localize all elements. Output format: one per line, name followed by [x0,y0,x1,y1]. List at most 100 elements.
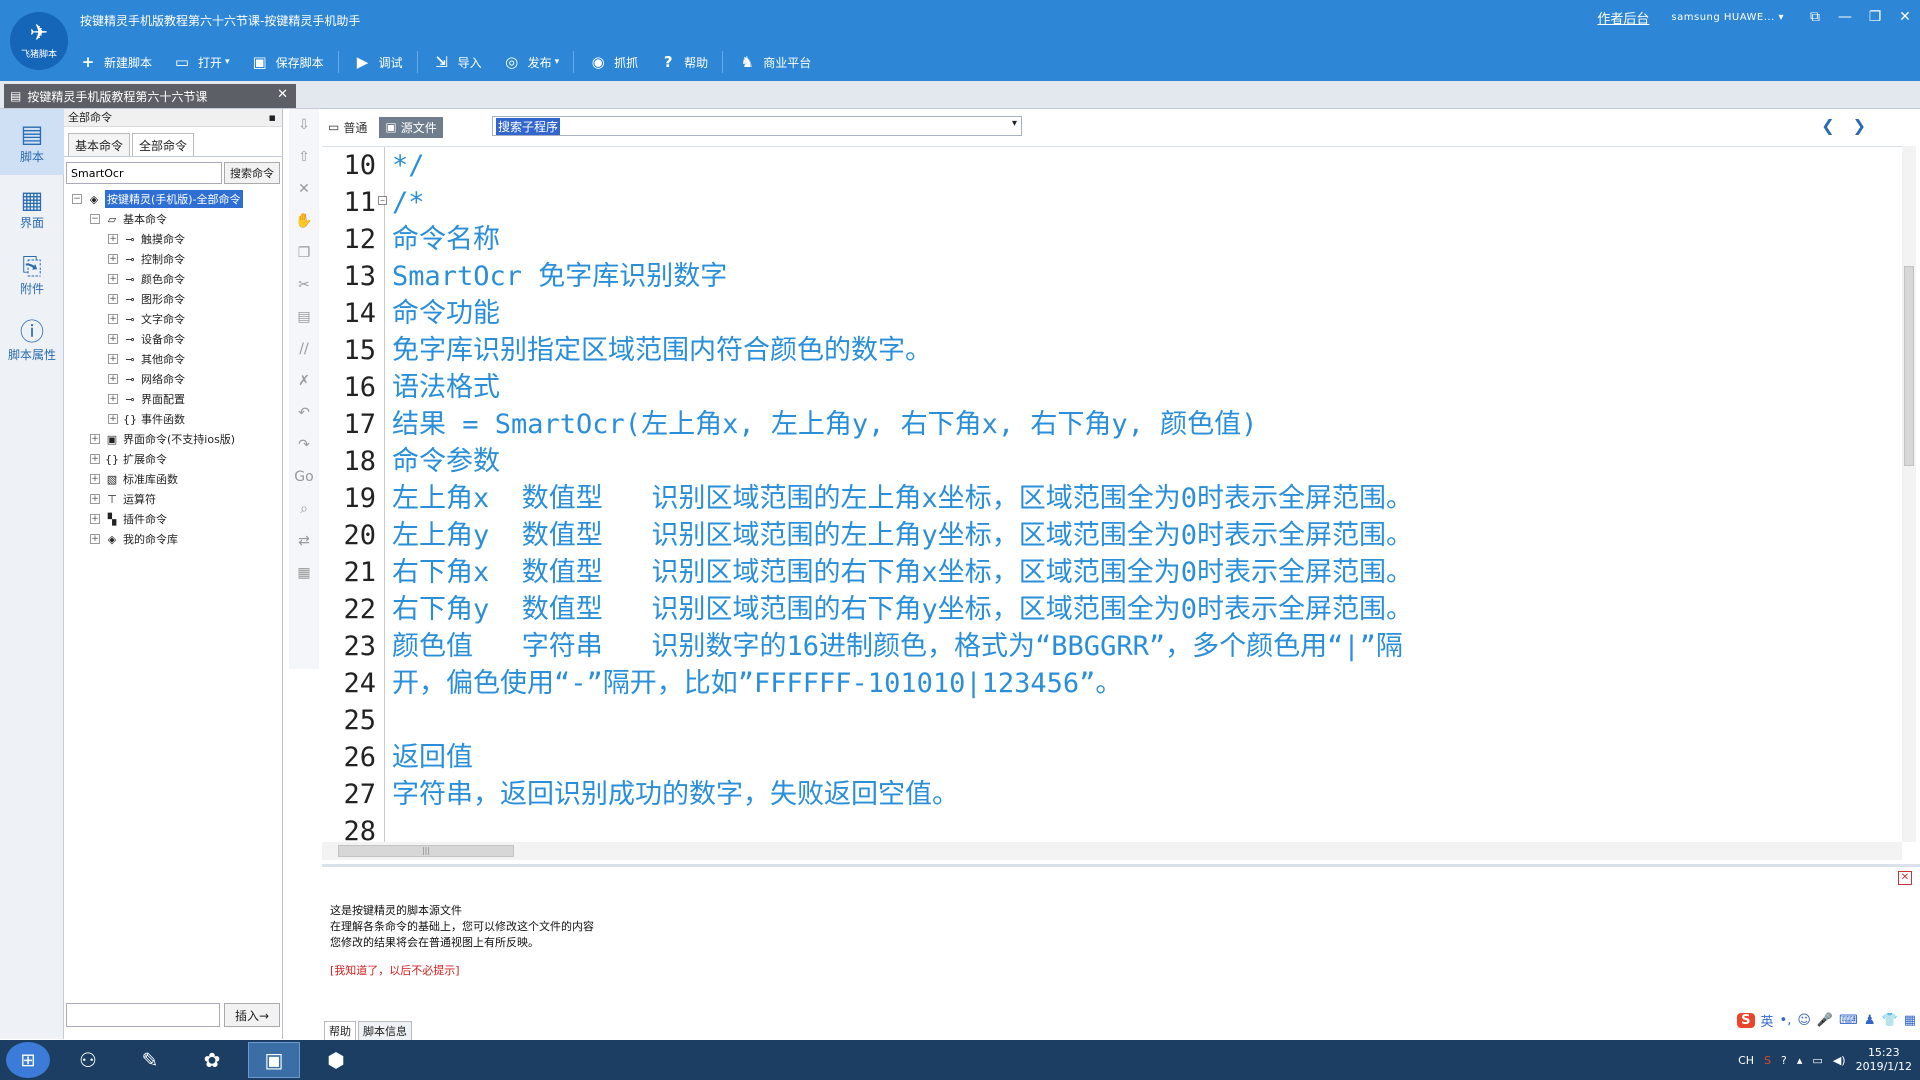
clock[interactable]: 15:23 2019/1/12 [1856,1046,1912,1074]
back-arrow-icon[interactable]: ❮ [1821,116,1834,135]
toolbar-button-6[interactable]: ◉ 抓抓 [588,52,639,72]
forward-arrow-icon[interactable]: ❯ [1853,116,1866,135]
tree-toggle-icon[interactable]: + [108,234,118,244]
tree-toggle-icon[interactable]: − [90,214,100,224]
tree-toggle-icon[interactable]: + [108,354,118,364]
toolbar-button-0[interactable]: + 新建脚本 [78,52,152,72]
move-up-icon[interactable]: ⇧ [289,141,319,173]
tree-toggle-icon[interactable]: + [90,514,100,524]
tree-node[interactable]: + ▧ 标准库函数 [64,469,283,489]
code-editor[interactable]: 10 */11−/* 12 命令名称 13 SmartOcr 免字库识别数字 14 命令功能 1… [322,146,1902,842]
fold-toggle-icon[interactable]: − [378,196,387,205]
ime-tool-icon[interactable]: 🎤 [1817,1013,1833,1028]
tree-node[interactable]: + ⊤ 运算符 [64,489,283,509]
tree-node[interactable]: + ⊸ 设备命令 [64,329,283,349]
tree-toggle-icon[interactable]: + [108,254,118,264]
tree-toggle-icon[interactable]: + [90,434,100,444]
tree-node[interactable]: + ◈ 我的命令库 [64,529,283,549]
tree-node[interactable]: + ▣ 界面命令(不支持ios版) [64,429,283,449]
delete-icon[interactable]: ✕ [289,173,319,205]
redo-icon[interactable]: ↷ [289,429,319,461]
tray-arrow-icon[interactable]: ▴ [1797,1054,1803,1067]
tree-node[interactable]: + ⊸ 颜色命令 [64,269,283,289]
scroll-thumb[interactable]: ||| [338,845,514,857]
close-help-icon[interactable]: ✕ [1898,871,1912,885]
ime-tool-icon[interactable]: ▦ [1904,1013,1916,1028]
toolbar-button-7[interactable]: ? 帮助 [658,52,708,72]
find-icon[interactable]: ⌕ [289,493,319,525]
tree-toggle-icon[interactable]: + [108,294,118,304]
tree-node[interactable]: + ⊸ 界面配置 [64,389,283,409]
minimize-icon[interactable]: — [1830,9,1860,25]
toolbar-button-3[interactable]: ▶ 调试 [353,52,403,72]
command-search-input[interactable] [66,162,222,184]
tree-toggle-icon[interactable]: + [108,414,118,424]
tree-toggle-icon[interactable]: + [90,454,100,464]
tree-toggle-icon[interactable]: + [108,274,118,284]
insert-button[interactable]: 插入→ [224,1003,280,1027]
tree-node[interactable]: + ⊸ 控制命令 [64,249,283,269]
tree-toggle-icon[interactable]: + [108,374,118,384]
toolbar-button-8[interactable]: ♞ 商业平台 [737,52,811,72]
move-down-icon[interactable]: ⇩ [289,109,319,141]
close-tab-icon[interactable]: ✕ [277,87,288,102]
maximize-icon[interactable]: ❐ [1860,9,1890,25]
toolbar-button-4[interactable]: ⇲ 导入 [432,52,481,72]
tree-toggle-icon[interactable]: + [90,534,100,544]
tree-toggle-icon[interactable]: + [108,394,118,404]
command-tab-0[interactable]: 基本命令 [68,133,131,156]
view-tab-0[interactable]: ▭ 普通 [322,117,373,138]
properties-icon[interactable]: ▦ [289,557,319,589]
toolbar-button-5[interactable]: ◎ 发布 ▾ [502,52,559,72]
volume-icon[interactable]: ◀) [1833,1054,1846,1067]
view-tab-1[interactable]: ▣ 源文件 [379,116,443,138]
scroll-thumb[interactable] [1904,266,1914,466]
toolbar-button-2[interactable]: ▣ 保存脚本 [250,52,323,72]
help-tray-icon[interactable]: ? [1781,1054,1787,1067]
app-color-icon[interactable]: ✿ [186,1042,238,1078]
ime-tool-icon[interactable]: ♟ [1864,1013,1876,1028]
network-icon[interactable]: ▭ [1812,1054,1822,1067]
tree-toggle-icon[interactable]: + [90,474,100,484]
command-tab-1[interactable]: 全部命令 [132,133,195,156]
paste-icon[interactable]: ▤ [289,301,319,333]
vertical-scrollbar[interactable] [1902,146,1916,842]
app-brush-icon[interactable]: ✎ [124,1042,176,1078]
comment-icon[interactable]: // [289,333,319,365]
undo-icon[interactable]: ↶ [289,397,319,429]
tree-toggle-icon[interactable]: + [108,314,118,324]
tree-toggle-icon[interactable]: − [72,194,82,204]
nav-item-0[interactable]: ▤ 脚本 [0,109,64,175]
toolbar-button-1[interactable]: ▭ 打开 ▾ [172,52,230,72]
cut-icon[interactable]: ✂ [289,269,319,301]
close-icon[interactable]: ✕ [1890,9,1920,25]
uncomment-icon[interactable]: ✗ [289,365,319,397]
ime-tool-icon[interactable]: 👕 [1882,1013,1898,1028]
copy-icon[interactable]: ❐ [289,237,319,269]
author-backend-link[interactable]: 作者后台 [1597,8,1649,27]
goto-icon[interactable]: Go [289,461,319,493]
search-command-button[interactable]: 搜索命令 [224,162,280,184]
nav-item-2[interactable]: ⎘ 附件 [0,241,64,307]
ime-tool-icon[interactable]: ☺ [1797,1013,1811,1028]
app-cloud-icon[interactable]: ⚇ [62,1042,114,1078]
tree-toggle-icon[interactable]: + [90,494,100,504]
tree-node[interactable]: − ◈ 按键精灵(手机版)-全部命令 [64,189,283,209]
insert-input[interactable] [66,1003,220,1027]
app-robot-icon[interactable]: ▣ [248,1042,300,1078]
nav-item-3[interactable]: ⓘ 脚本属性 [0,307,64,373]
tree-node[interactable]: + ▚ 插件命令 [64,509,283,529]
tree-node[interactable]: + {} 事件函数 [64,409,283,429]
restore-panel-icon[interactable]: ⧉ [1800,9,1830,25]
app-nox-icon[interactable]: ⬢ [310,1042,362,1078]
tree-node[interactable]: + ⊸ 文字命令 [64,309,283,329]
ime-language[interactable]: 英 [1761,1011,1774,1030]
bottom-tab-1[interactable]: 脚本信息 [358,1021,412,1040]
dismiss-hint-link[interactable]: [我知道了，以后不必提示] [330,963,594,979]
document-tab[interactable]: ▤ 按键精灵手机版教程第六十六节课 ✕ [4,84,296,108]
language-indicator[interactable]: CH [1738,1054,1754,1067]
subroutine-select[interactable]: 搜索子程序 ▾ [492,116,1022,136]
tree-node[interactable]: + ⊸ 其他命令 [64,349,283,369]
sogou-logo-icon[interactable]: S [1737,1012,1755,1028]
bottom-tab-0[interactable]: 帮助 [324,1021,356,1040]
